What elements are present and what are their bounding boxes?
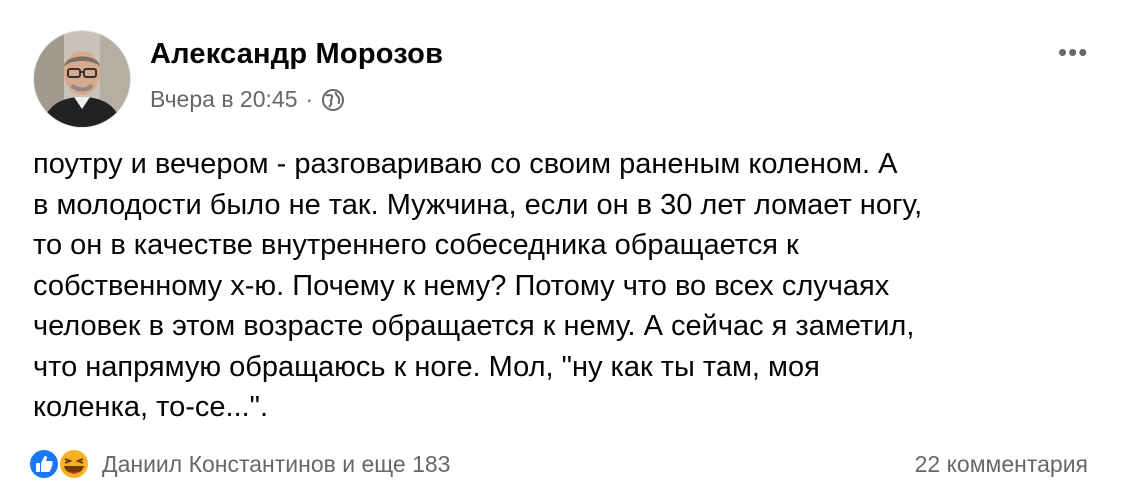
post-text-line: в молодости было не так. Мужчина, если о… xyxy=(33,188,923,221)
comments-count[interactable]: 22 комментария xyxy=(915,451,1088,478)
meta-separator: · xyxy=(305,86,314,112)
author-avatar[interactable] xyxy=(33,30,131,128)
post-text-line: что напрямую обращаюсь к ноге. Мол, "ну … xyxy=(33,350,820,383)
like-icon xyxy=(28,448,60,480)
post-text: поутру и вечером - разговариваю со своим… xyxy=(33,144,1103,428)
reactors-text[interactable]: Даниил Константинов и еще 183 xyxy=(102,451,450,478)
globe-icon[interactable] xyxy=(321,88,345,112)
more-options-button[interactable]: ••• xyxy=(1058,39,1088,65)
post-text-line: то он в качестве внутреннего собеседника… xyxy=(33,229,799,261)
reactions-summary[interactable] xyxy=(28,448,98,480)
haha-icon xyxy=(58,448,90,480)
post-text-line: человек в этом возрасте обращается к нем… xyxy=(33,310,915,342)
post-text-line: поутру и вечером - разговариваю со своим… xyxy=(33,148,898,180)
post-text-line: коленка, то-се...". xyxy=(33,391,269,423)
post-text-line: собственному х-ю. Почему к нему? Потому … xyxy=(33,269,890,302)
post-footer: Даниил Константинов и еще 183 22 коммент… xyxy=(28,444,1098,484)
post-timestamp[interactable]: Вчера в 20:45 xyxy=(150,86,298,113)
post-meta: Вчера в 20:45 · xyxy=(150,86,345,113)
author-name[interactable]: Александр Морозов xyxy=(150,38,443,71)
